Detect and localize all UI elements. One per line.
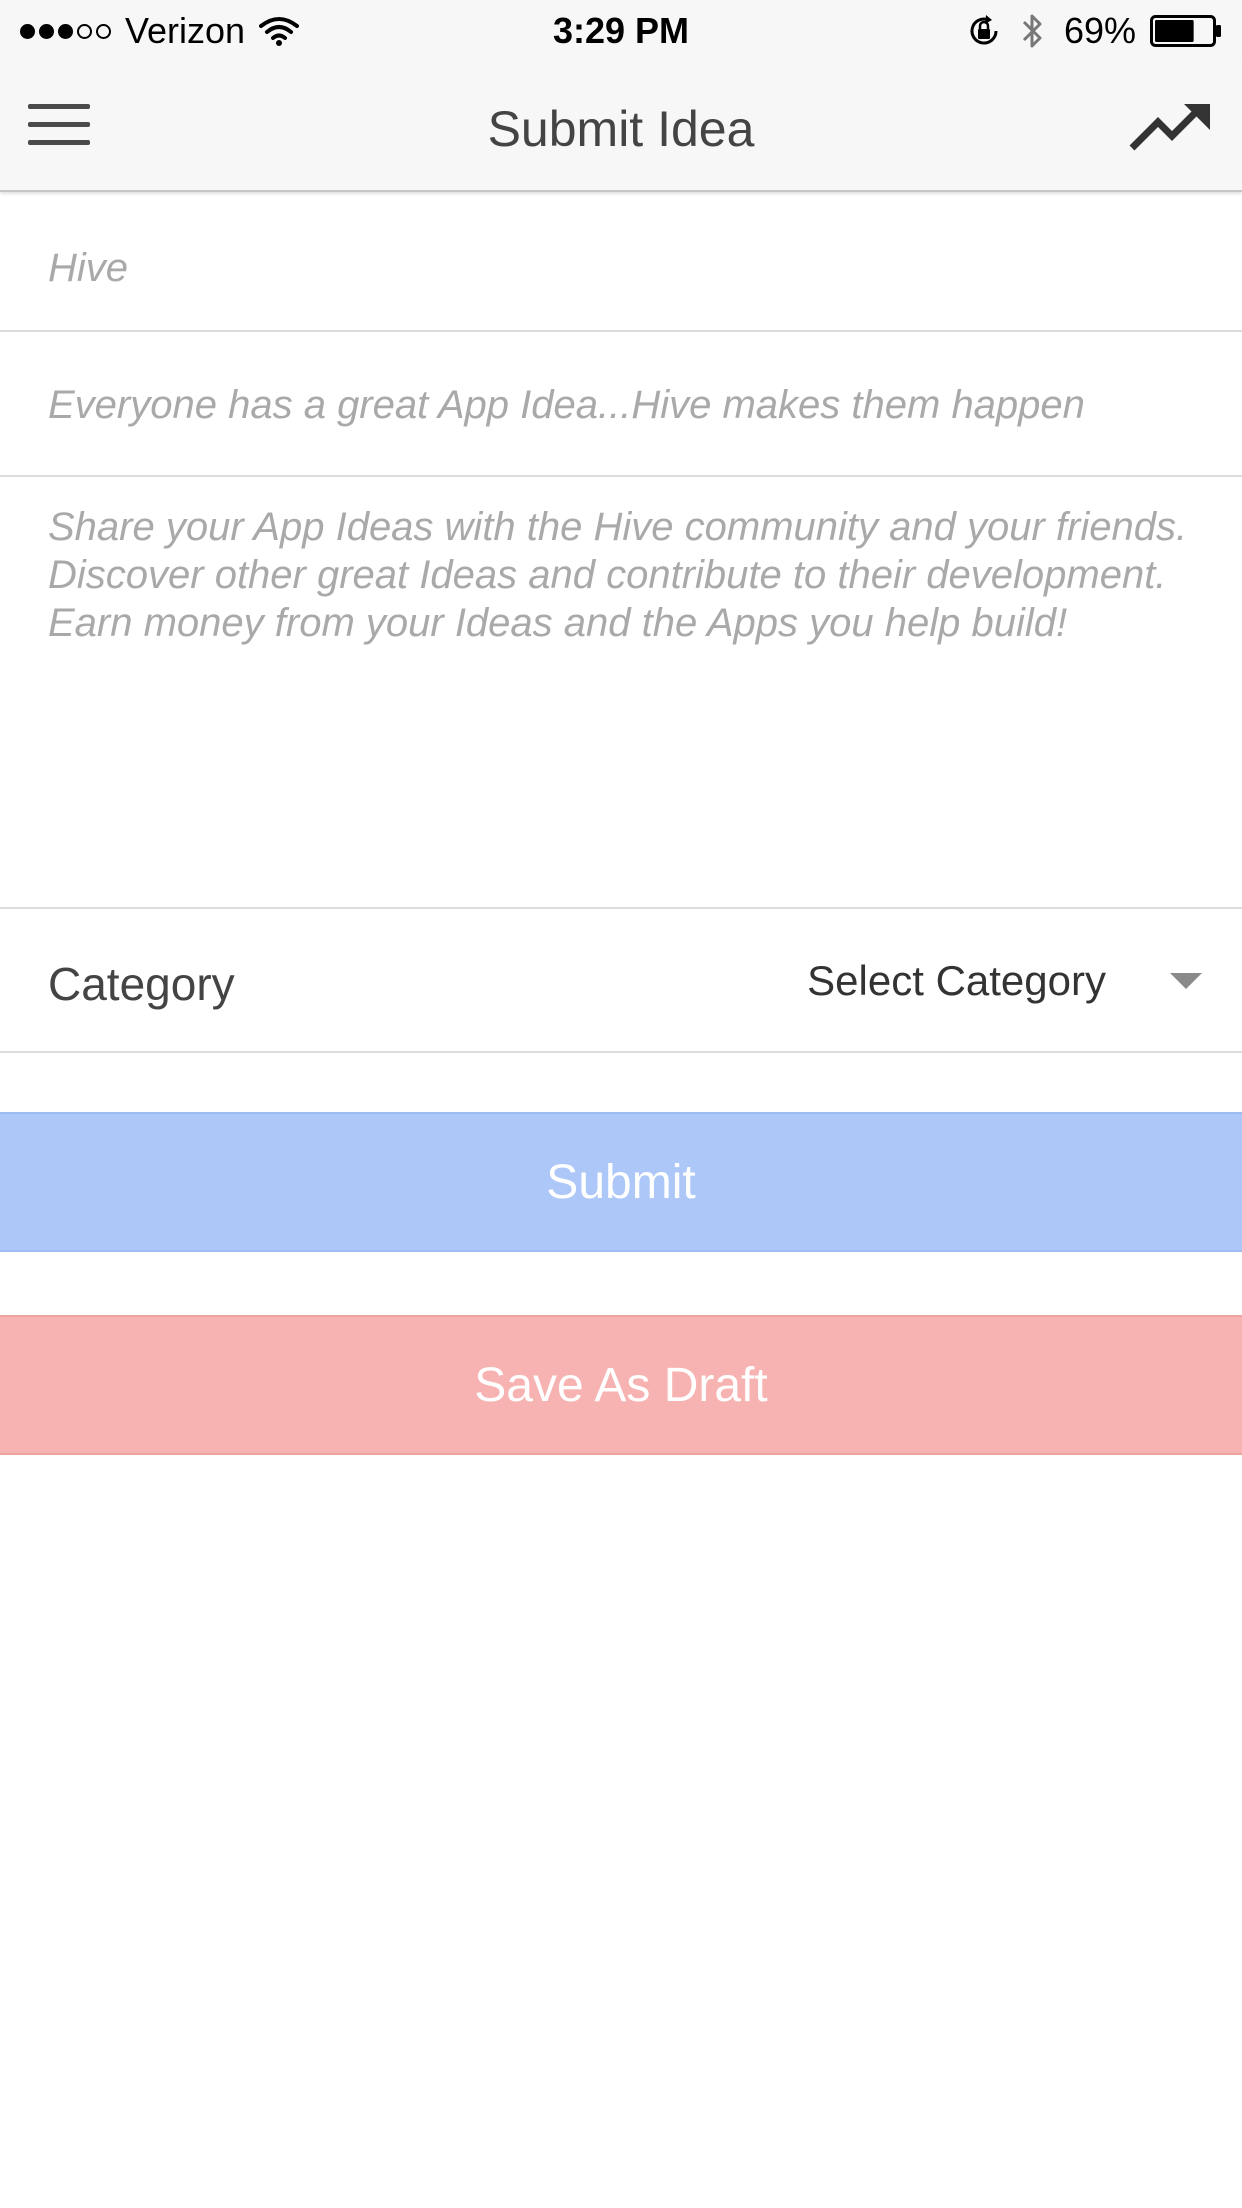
page-title: Submit Idea	[487, 101, 755, 157]
idea-tagline-field	[0, 332, 1242, 477]
idea-tagline-input[interactable]	[48, 360, 1202, 450]
idea-title-field	[0, 192, 1242, 332]
battery-icon	[1150, 15, 1221, 47]
trending-icon[interactable]	[1128, 100, 1214, 154]
chevron-down-icon	[1170, 973, 1202, 989]
save-as-draft-button-label: Save As Draft	[474, 1358, 768, 1412]
battery-percentage: 69%	[1063, 10, 1136, 51]
submit-button[interactable]: Submit	[0, 1112, 1242, 1252]
submit-idea-screen: Verizon 3:29 PM 69% Submit Idea Hive Eve…	[0, 0, 1242, 2208]
category-select[interactable]: Select Category	[807, 949, 1202, 1013]
navigation-bar: Submit Idea	[0, 62, 1242, 192]
idea-description-textarea[interactable]	[48, 503, 1202, 883]
status-bar: Verizon 3:29 PM 69%	[0, 0, 1242, 62]
bluetooth-icon	[1022, 14, 1042, 48]
idea-description-field	[0, 477, 1242, 909]
category-select-value: Select Category	[807, 957, 1106, 1004]
idea-title-input[interactable]	[48, 240, 1202, 296]
rotation-lock-icon	[970, 15, 998, 45]
status-right: 69%	[966, 10, 1222, 52]
category-row: Category Select Category	[0, 909, 1242, 1053]
save-as-draft-button[interactable]: Save As Draft	[0, 1315, 1242, 1455]
submit-button-label: Submit	[546, 1155, 696, 1209]
category-label: Category	[48, 958, 235, 1010]
